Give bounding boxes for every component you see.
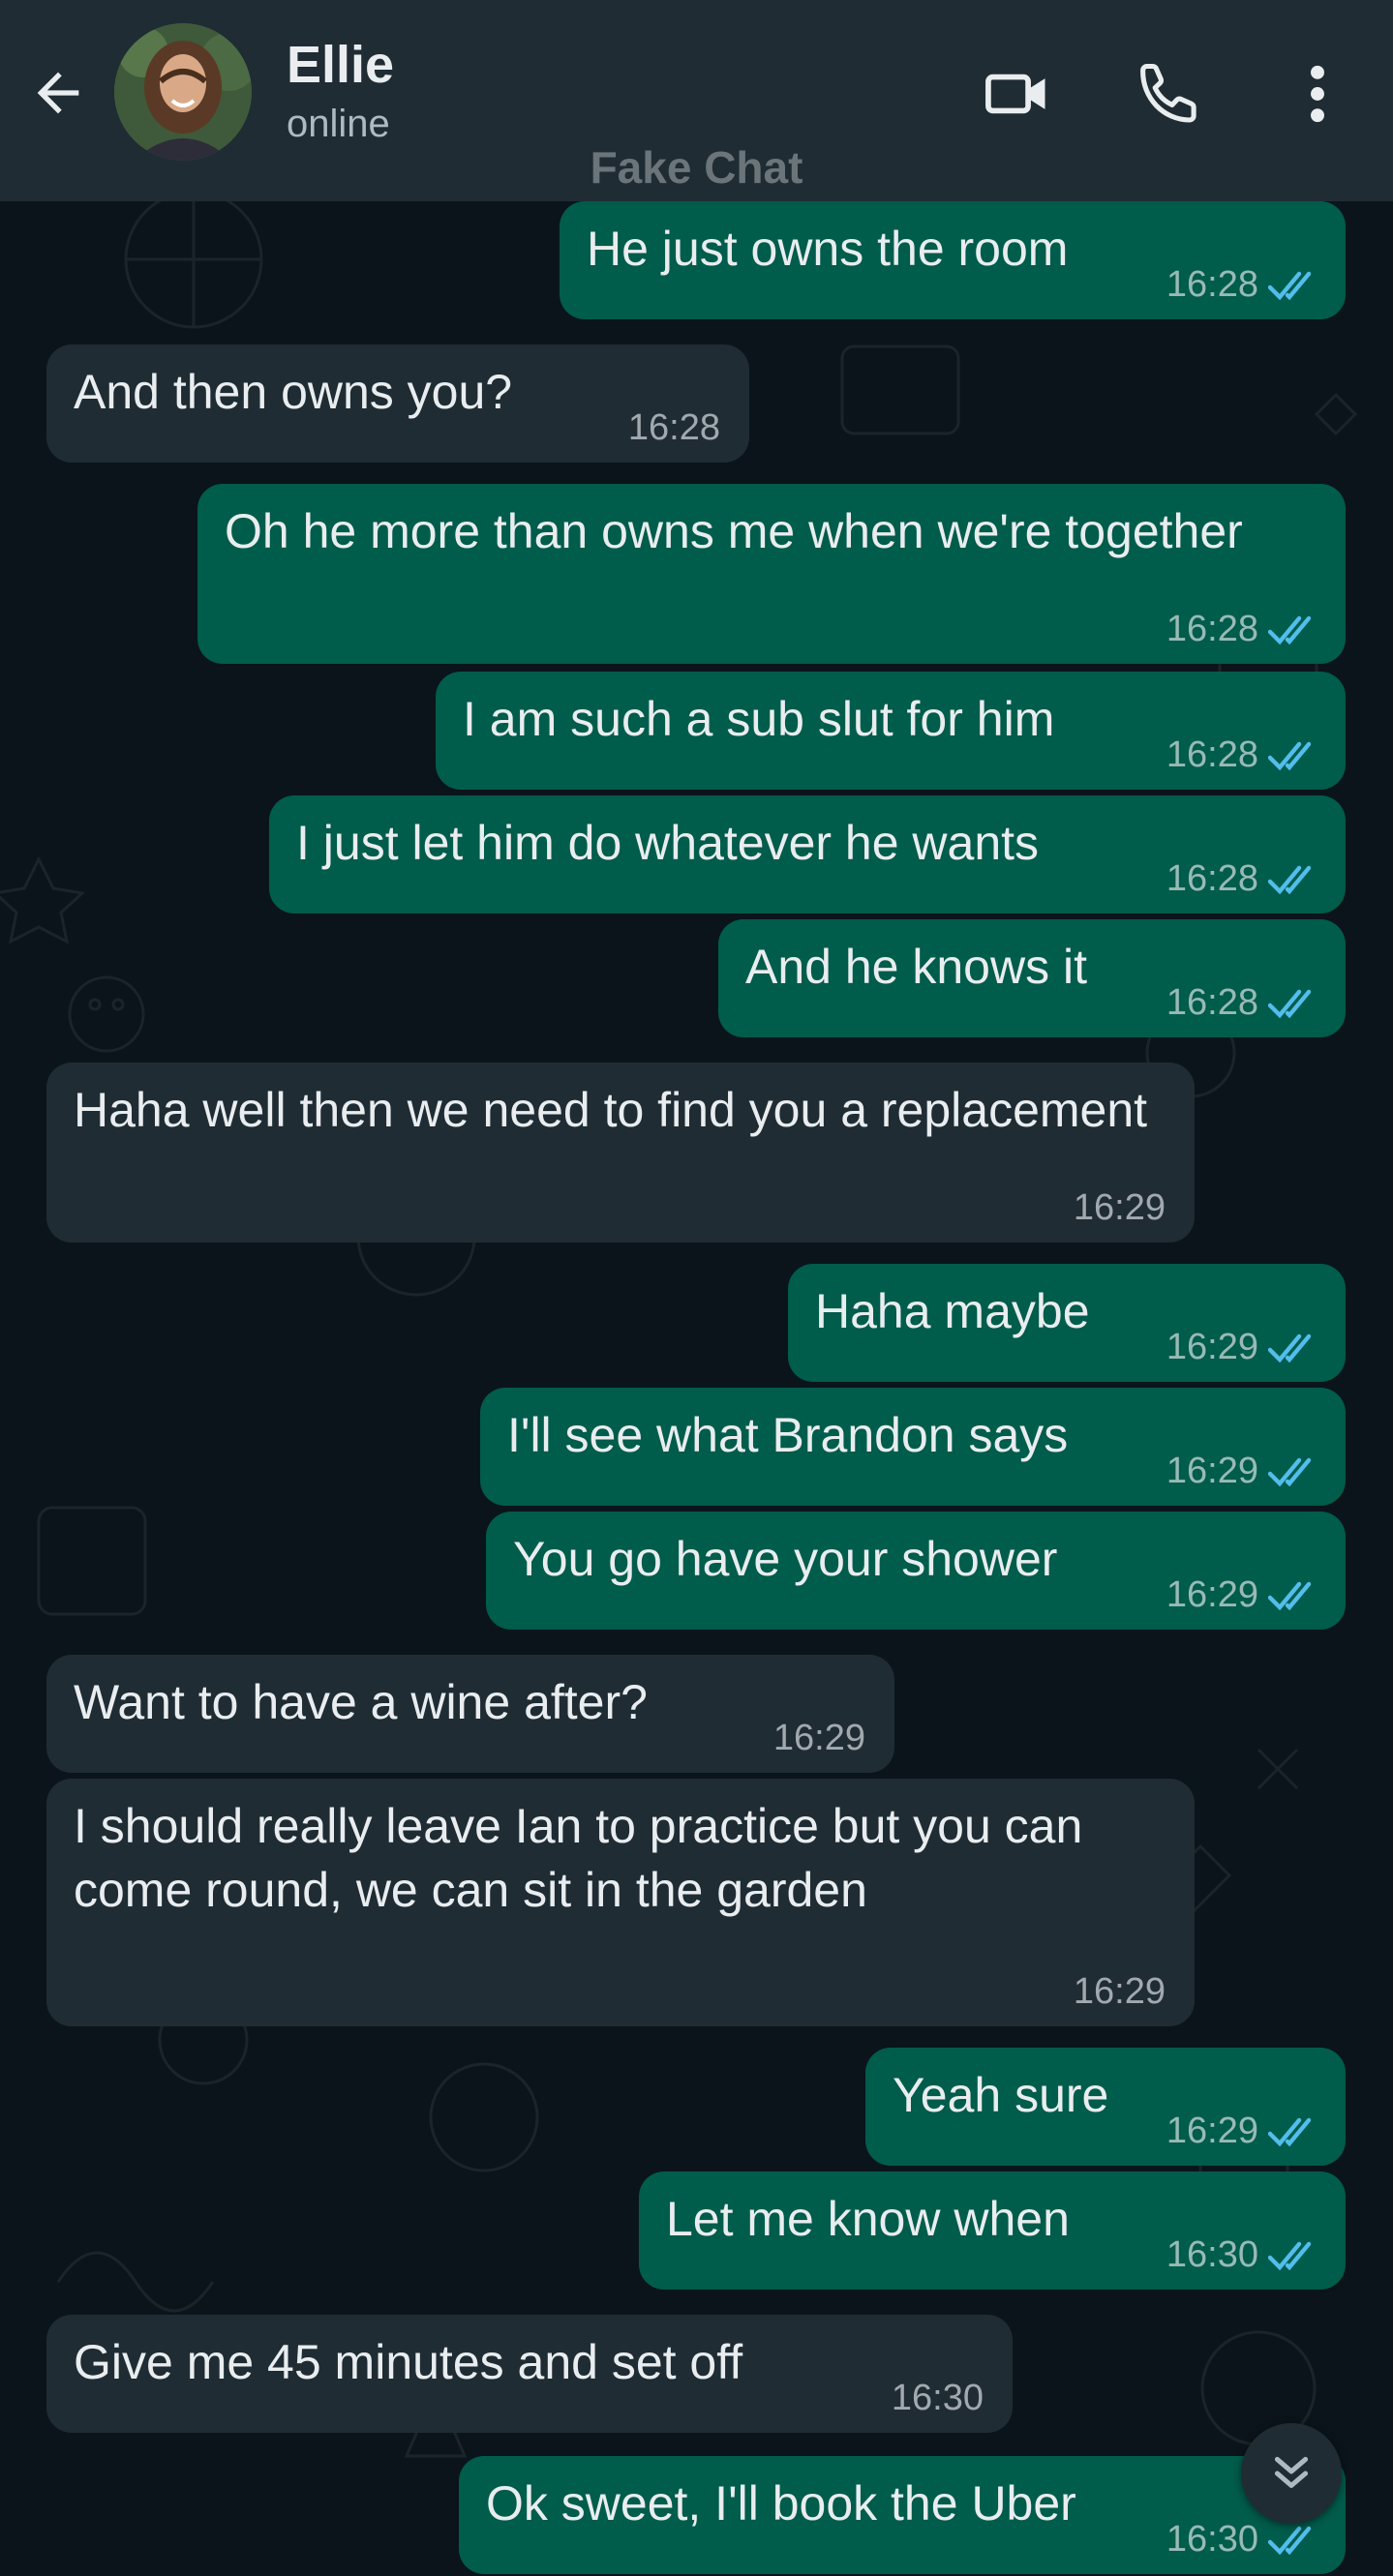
outgoing-message[interactable]: I'll see what Brandon says 16:29 [480,1388,1346,1506]
message-time: 16:28 [1166,609,1258,649]
message-time: 16:28 [1166,734,1258,775]
outgoing-message[interactable]: Yeah sure 16:29 [865,2048,1346,2166]
outgoing-message[interactable]: Let me know when 16:30 [639,2172,1346,2290]
chat-area[interactable]: He just owns the room 16:28 And then owns … [0,201,1393,2576]
message-meta: 16:29 [1166,1452,1322,1490]
avatar-photo [114,23,252,161]
message-text: Haha maybe [815,1284,1090,1338]
incoming-message[interactable]: And then owns you? 16:28 [46,344,749,463]
message-meta: 16:28 [628,408,720,447]
outgoing-message[interactable]: Haha maybe 16:29 [788,1264,1346,1382]
read-receipt-icon [1267,2240,1322,2271]
message-meta: 16:28 [1166,859,1322,898]
message-text: Yeah sure [893,2068,1109,2122]
message-text: I should really leave Ian to practice bu… [74,1799,1097,1917]
message-text: You go have your shower [513,1532,1058,1586]
video-call-button[interactable] [974,50,1061,137]
message-time: 16:29 [772,1718,865,1758]
read-receipt-icon [1267,864,1322,895]
message-text: And he knows it [745,940,1087,994]
message-meta: 16:30 [1166,2235,1322,2274]
scroll-to-bottom-button[interactable] [1241,2423,1342,2524]
message-text: And then owns you? [74,365,513,419]
outgoing-message[interactable]: I just let him do whatever he wants 16:28 [269,795,1346,914]
double-chevron-down-icon [1274,2456,1309,2488]
more-options-button[interactable] [1274,50,1361,137]
contact-name[interactable]: Ellie [287,35,394,95]
message-meta: 16:28 [1166,983,1322,1022]
message-text: Haha well then we need to find you a rep… [74,1083,1148,1137]
read-receipt-icon [1267,988,1322,1019]
arrow-back-icon [37,72,79,114]
outgoing-message[interactable]: Oh he more than owns me when we're toget… [197,484,1346,664]
contact-avatar[interactable] [114,23,252,161]
video-call-icon [985,74,1045,114]
read-receipt-icon [1267,614,1322,645]
message-meta: 16:28 [1166,265,1322,304]
message-text: He just owns the room [587,222,1069,276]
message-text: Let me know when [666,2192,1070,2246]
back-button[interactable] [21,56,95,130]
message-time: 16:29 [1166,1327,1258,1367]
message-meta: 16:29 [1166,1575,1322,1614]
message-time: 16:29 [1073,1971,1166,2012]
message-text: I am such a sub slut for him [463,692,1055,746]
incoming-message[interactable]: Haha well then we need to find you a rep… [46,1063,1195,1243]
message-time: 16:30 [1166,2519,1258,2560]
outgoing-message[interactable]: And he knows it 16:28 [718,919,1346,1037]
message-time: 16:28 [627,407,720,448]
message-meta: 16:28 [1166,735,1322,774]
message-meta: 16:29 [773,1719,865,1757]
message-time: 16:28 [1166,982,1258,1023]
message-meta: 16:29 [1074,1188,1166,1227]
incoming-message[interactable]: I should really leave Ian to practice bu… [46,1779,1195,2026]
read-receipt-icon [1267,1456,1322,1487]
read-receipt-icon [1267,740,1322,771]
message-time: 16:29 [1166,1451,1258,1491]
outgoing-message[interactable]: You go have your shower 16:29 [486,1512,1346,1630]
message-meta: 16:28 [1166,610,1322,648]
message-time: 16:29 [1166,2111,1258,2151]
read-receipt-icon [1267,1333,1322,1363]
outgoing-message[interactable]: I am such a sub slut for him 16:28 [436,672,1346,790]
message-text: I just let him do whatever he wants [296,816,1040,870]
message-meta: 16:29 [1166,1328,1322,1366]
message-meta: 16:30 [892,2379,984,2417]
message-meta: 16:30 [1166,2520,1322,2559]
voice-call-button[interactable] [1125,50,1212,137]
incoming-message[interactable]: Want to have a wine after? 16:29 [46,1655,894,1773]
message-meta: 16:29 [1074,1972,1166,2011]
phone-icon [1140,63,1196,123]
message-text: Oh he more than owns me when we're toget… [225,504,1243,558]
message-text: Give me 45 minutes and set off [74,2335,743,2389]
more-vertical-icon [1311,65,1324,123]
read-receipt-icon [1267,270,1322,301]
message-time: 16:28 [1166,264,1258,305]
message-text: Want to have a wine after? [74,1675,648,1729]
contact-status: online [287,103,390,145]
message-time: 16:29 [1073,1187,1166,1228]
read-receipt-icon [1267,2116,1322,2147]
message-time: 16:30 [891,2378,984,2418]
message-text: I'll see what Brandon says [507,1408,1069,1462]
message-meta: 16:29 [1166,2112,1322,2150]
watermark: Fake Chat [590,142,803,193]
read-receipt-icon [1267,1580,1322,1611]
incoming-message[interactable]: Give me 45 minutes and set off 16:30 [46,2315,1013,2433]
read-receipt-icon [1267,2525,1322,2556]
message-time: 16:29 [1166,1574,1258,1615]
message-time: 16:30 [1166,2234,1258,2275]
outgoing-message[interactable]: He just owns the room 16:28 [560,201,1346,319]
message-text: Ok sweet, I'll book the Uber [486,2476,1076,2531]
outgoing-message[interactable]: Ok sweet, I'll book the Uber 16:30 [459,2456,1346,2574]
message-time: 16:28 [1166,858,1258,899]
